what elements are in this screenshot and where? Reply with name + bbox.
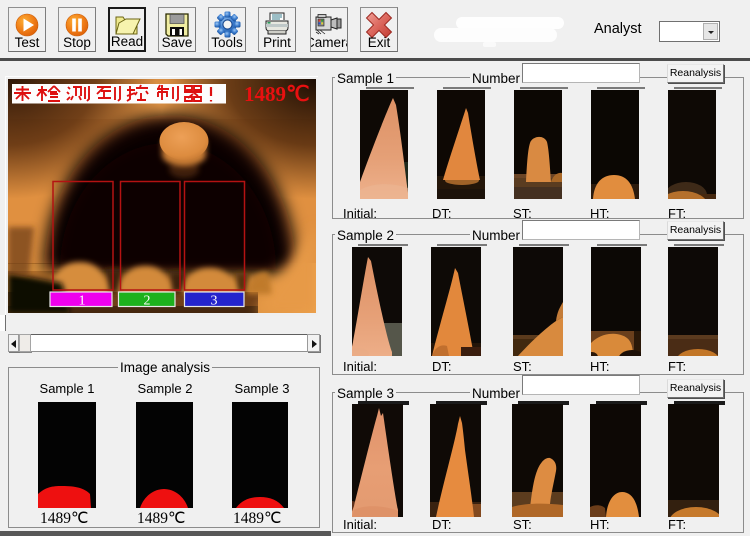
svg-text:1: 1 [79, 294, 86, 309]
svg-text:3: 3 [211, 294, 218, 309]
svg-text:1489℃: 1489℃ [244, 82, 310, 106]
svg-text:2: 2 [144, 294, 151, 309]
